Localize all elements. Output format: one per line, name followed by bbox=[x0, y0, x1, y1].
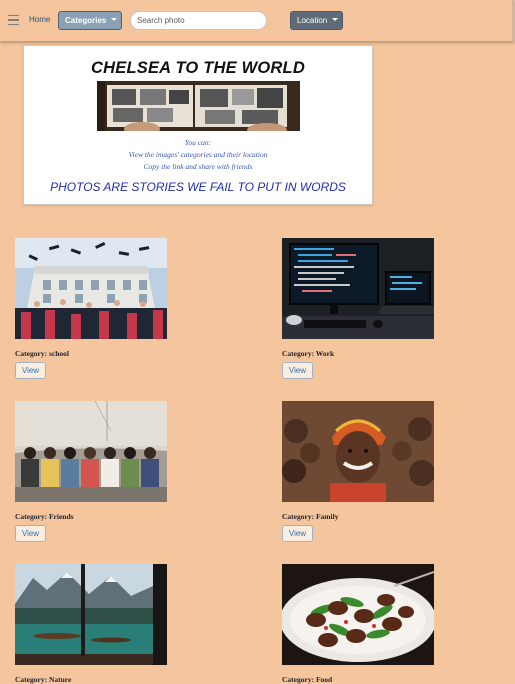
category-label: Category: Friends bbox=[15, 512, 74, 521]
category-label: Category: Food bbox=[282, 675, 333, 684]
hero-feature-2: Copy the link and share with friends bbox=[143, 162, 253, 171]
view-button[interactable]: View bbox=[15, 362, 46, 379]
location-label: Location bbox=[297, 16, 328, 25]
view-button[interactable]: View bbox=[282, 525, 313, 542]
nature-photo[interactable] bbox=[15, 564, 167, 665]
photo-album-image bbox=[97, 81, 300, 131]
view-button[interactable]: View bbox=[282, 362, 313, 379]
categories-label: Categories bbox=[65, 16, 107, 25]
hero-intro: You can: bbox=[184, 138, 212, 147]
family-photo[interactable] bbox=[282, 401, 434, 502]
category-label: Category: school bbox=[15, 349, 69, 358]
hero-title: CHELSEA TO THE WORLD bbox=[91, 59, 305, 77]
navbar: Home Categories Location bbox=[0, 0, 514, 41]
hero-card: CHELSEA TO THE WORLD You can: View the i… bbox=[23, 45, 373, 205]
school-photo[interactable] bbox=[15, 238, 167, 339]
category-label: Category: Work bbox=[282, 349, 335, 358]
friends-photo[interactable] bbox=[15, 401, 167, 502]
hero-feature-1: View the images' categories and their lo… bbox=[128, 150, 268, 159]
category-label: Category: Nature bbox=[15, 675, 72, 684]
caret-down-icon bbox=[332, 18, 339, 21]
nav-home-link[interactable]: Home bbox=[29, 15, 50, 24]
view-button[interactable]: View bbox=[15, 525, 46, 542]
work-photo[interactable] bbox=[282, 238, 434, 339]
menu-icon[interactable] bbox=[8, 15, 19, 26]
food-photo[interactable] bbox=[282, 564, 434, 665]
caret-down-icon bbox=[111, 18, 118, 21]
categories-dropdown-button[interactable]: Categories bbox=[58, 11, 122, 30]
hero-tagline: PHOTOS ARE STORIES WE FAIL TO PUT IN WOR… bbox=[50, 180, 346, 194]
category-label: Category: Family bbox=[282, 512, 339, 521]
search-input[interactable] bbox=[130, 11, 267, 30]
location-dropdown-button[interactable]: Location bbox=[290, 11, 343, 30]
